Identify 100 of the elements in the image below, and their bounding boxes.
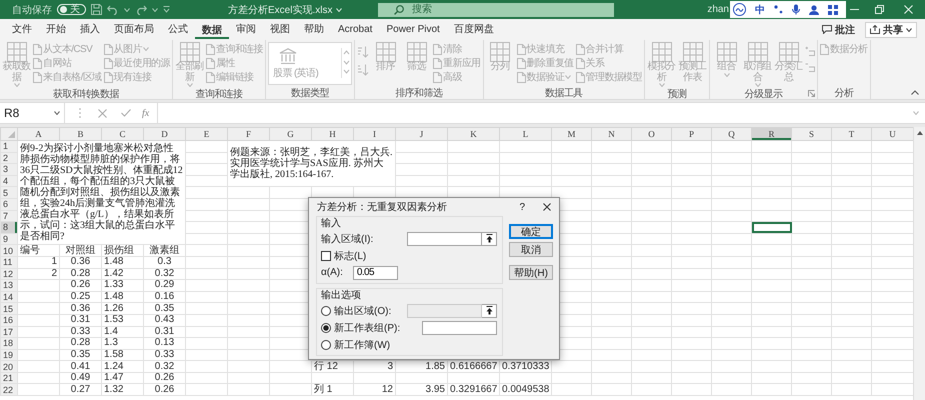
row-header[interactable]: 15 xyxy=(0,302,18,314)
input-mode-button[interactable]: 中 xyxy=(755,2,765,16)
minimize-icon[interactable] xyxy=(850,8,859,10)
row-header[interactable]: 5 xyxy=(0,186,18,198)
row-header[interactable]: 19 xyxy=(0,349,18,361)
column-header[interactable]: K xyxy=(448,128,500,140)
row-header[interactable]: 1 xyxy=(0,140,18,152)
menu-tab[interactable]: 开始 xyxy=(39,19,73,40)
dialog-button[interactable]: 取消 xyxy=(509,242,553,257)
menu-tab[interactable]: 百度网盘 xyxy=(446,19,501,40)
column-header[interactable]: P xyxy=(672,128,712,140)
radio-button[interactable] xyxy=(321,322,331,332)
menu-tab[interactable]: Power Pivot xyxy=(379,19,447,40)
menu-tab[interactable]: 数据 xyxy=(195,22,229,39)
close-icon[interactable] xyxy=(904,5,913,14)
row-header[interactable]: 16 xyxy=(0,314,18,326)
column-header[interactable]: M xyxy=(552,128,592,140)
dialog-button[interactable]: 帮助(H) xyxy=(509,265,553,280)
column-header[interactable]: Q xyxy=(712,128,752,140)
input-field[interactable] xyxy=(422,320,497,334)
redo-icon[interactable] xyxy=(135,4,147,14)
row-header[interactable]: 6 xyxy=(0,198,18,210)
comment-button[interactable]: 批注 xyxy=(818,22,859,38)
row-header[interactable]: 22 xyxy=(0,384,18,396)
column-header[interactable]: D xyxy=(144,128,186,140)
row-header[interactable]: 17 xyxy=(0,326,18,338)
column-header[interactable]: S xyxy=(792,128,832,140)
share-button[interactable]: 共享 xyxy=(865,22,917,38)
input-field[interactable]: 0.05 xyxy=(352,266,398,280)
close-button[interactable] xyxy=(543,203,551,211)
column-header[interactable]: I xyxy=(354,128,396,140)
scroll-up-icon[interactable] xyxy=(916,131,922,135)
menu-tab[interactable]: 文件 xyxy=(5,19,39,40)
microphone-icon[interactable] xyxy=(792,4,800,15)
caret-icon[interactable] xyxy=(54,111,60,115)
punctuation-icon[interactable] xyxy=(774,5,783,14)
column-header[interactable]: N xyxy=(592,128,632,140)
column-header[interactable]: A xyxy=(18,128,60,140)
row-header[interactable]: 18 xyxy=(0,338,18,350)
menu-tab[interactable]: 审阅 xyxy=(229,19,263,40)
row-header[interactable]: 8 xyxy=(0,222,18,234)
radio-button[interactable] xyxy=(321,306,331,316)
row-header[interactable]: 12 xyxy=(0,268,18,280)
scrollbar[interactable] xyxy=(913,127,925,400)
column-header[interactable]: F xyxy=(228,128,270,140)
row-header[interactable]: 9 xyxy=(0,233,18,245)
insert-function-button[interactable]: fx xyxy=(142,108,150,118)
row-header[interactable]: 14 xyxy=(0,291,18,303)
pen-icon[interactable] xyxy=(733,3,746,16)
row-header[interactable]: 7 xyxy=(0,210,18,222)
select-all-icon[interactable] xyxy=(8,130,15,138)
selected-cell[interactable] xyxy=(752,222,792,234)
row-header[interactable]: 2 xyxy=(0,152,18,164)
checkbox[interactable] xyxy=(321,250,331,260)
menu-tab[interactable]: Acrobat xyxy=(331,19,380,40)
dialog-button[interactable]: 确定 xyxy=(509,224,553,239)
column-header[interactable]: H xyxy=(312,128,354,140)
undo-icon[interactable] xyxy=(107,4,119,14)
row-header[interactable]: 10 xyxy=(0,244,18,256)
row-header[interactable]: 13 xyxy=(0,280,18,292)
caret-icon[interactable] xyxy=(906,28,912,32)
row-header[interactable]: 4 xyxy=(0,175,18,187)
menu-tab[interactable]: 插入 xyxy=(73,19,107,40)
column-header[interactable]: C xyxy=(102,128,144,140)
checkmark-icon[interactable] xyxy=(121,109,131,117)
restore-icon[interactable] xyxy=(875,5,884,14)
menu-tab[interactable]: 页面布局 xyxy=(107,19,161,40)
column-header[interactable]: B xyxy=(60,128,102,140)
row-header[interactable]: 20 xyxy=(0,360,18,372)
column-header[interactable]: T xyxy=(832,128,872,140)
collapse-button[interactable] xyxy=(482,232,497,246)
upload-icon xyxy=(486,234,492,243)
menu-tab[interactable]: 视图 xyxy=(263,19,297,40)
search-field[interactable]: 搜索 xyxy=(378,2,614,16)
column-header[interactable]: E xyxy=(186,128,228,140)
column-header[interactable]: O xyxy=(632,128,672,140)
customize-icon[interactable] xyxy=(163,6,170,13)
row-header[interactable]: 21 xyxy=(0,372,18,384)
person-icon[interactable] xyxy=(809,4,819,14)
column-header[interactable]: L xyxy=(500,128,552,140)
column-header[interactable]: J xyxy=(396,128,448,140)
menu-tab[interactable]: 公式 xyxy=(161,19,195,40)
row-header[interactable]: 3 xyxy=(0,164,18,176)
input-field[interactable] xyxy=(407,232,482,246)
save-icon[interactable] xyxy=(91,4,102,15)
column-header[interactable]: G xyxy=(270,128,312,140)
radio-button[interactable] xyxy=(321,340,331,350)
menu-tab[interactable]: 帮助 xyxy=(297,19,331,40)
scroll-arrows-icon[interactable] xyxy=(341,48,352,78)
column-header[interactable]: U xyxy=(872,128,913,140)
expand-icon[interactable] xyxy=(913,111,919,115)
row-header[interactable]: 11 xyxy=(0,256,18,268)
drag-handle-icon[interactable] xyxy=(79,108,81,118)
cancel-icon[interactable] xyxy=(98,108,107,118)
help-button[interactable]: ? xyxy=(519,202,525,212)
column-header[interactable]: R xyxy=(752,128,792,140)
grid-icon[interactable] xyxy=(828,4,838,14)
upload-icon xyxy=(486,306,492,315)
name-box[interactable]: R8 xyxy=(0,103,65,123)
chevron-icon[interactable] xyxy=(336,8,342,12)
